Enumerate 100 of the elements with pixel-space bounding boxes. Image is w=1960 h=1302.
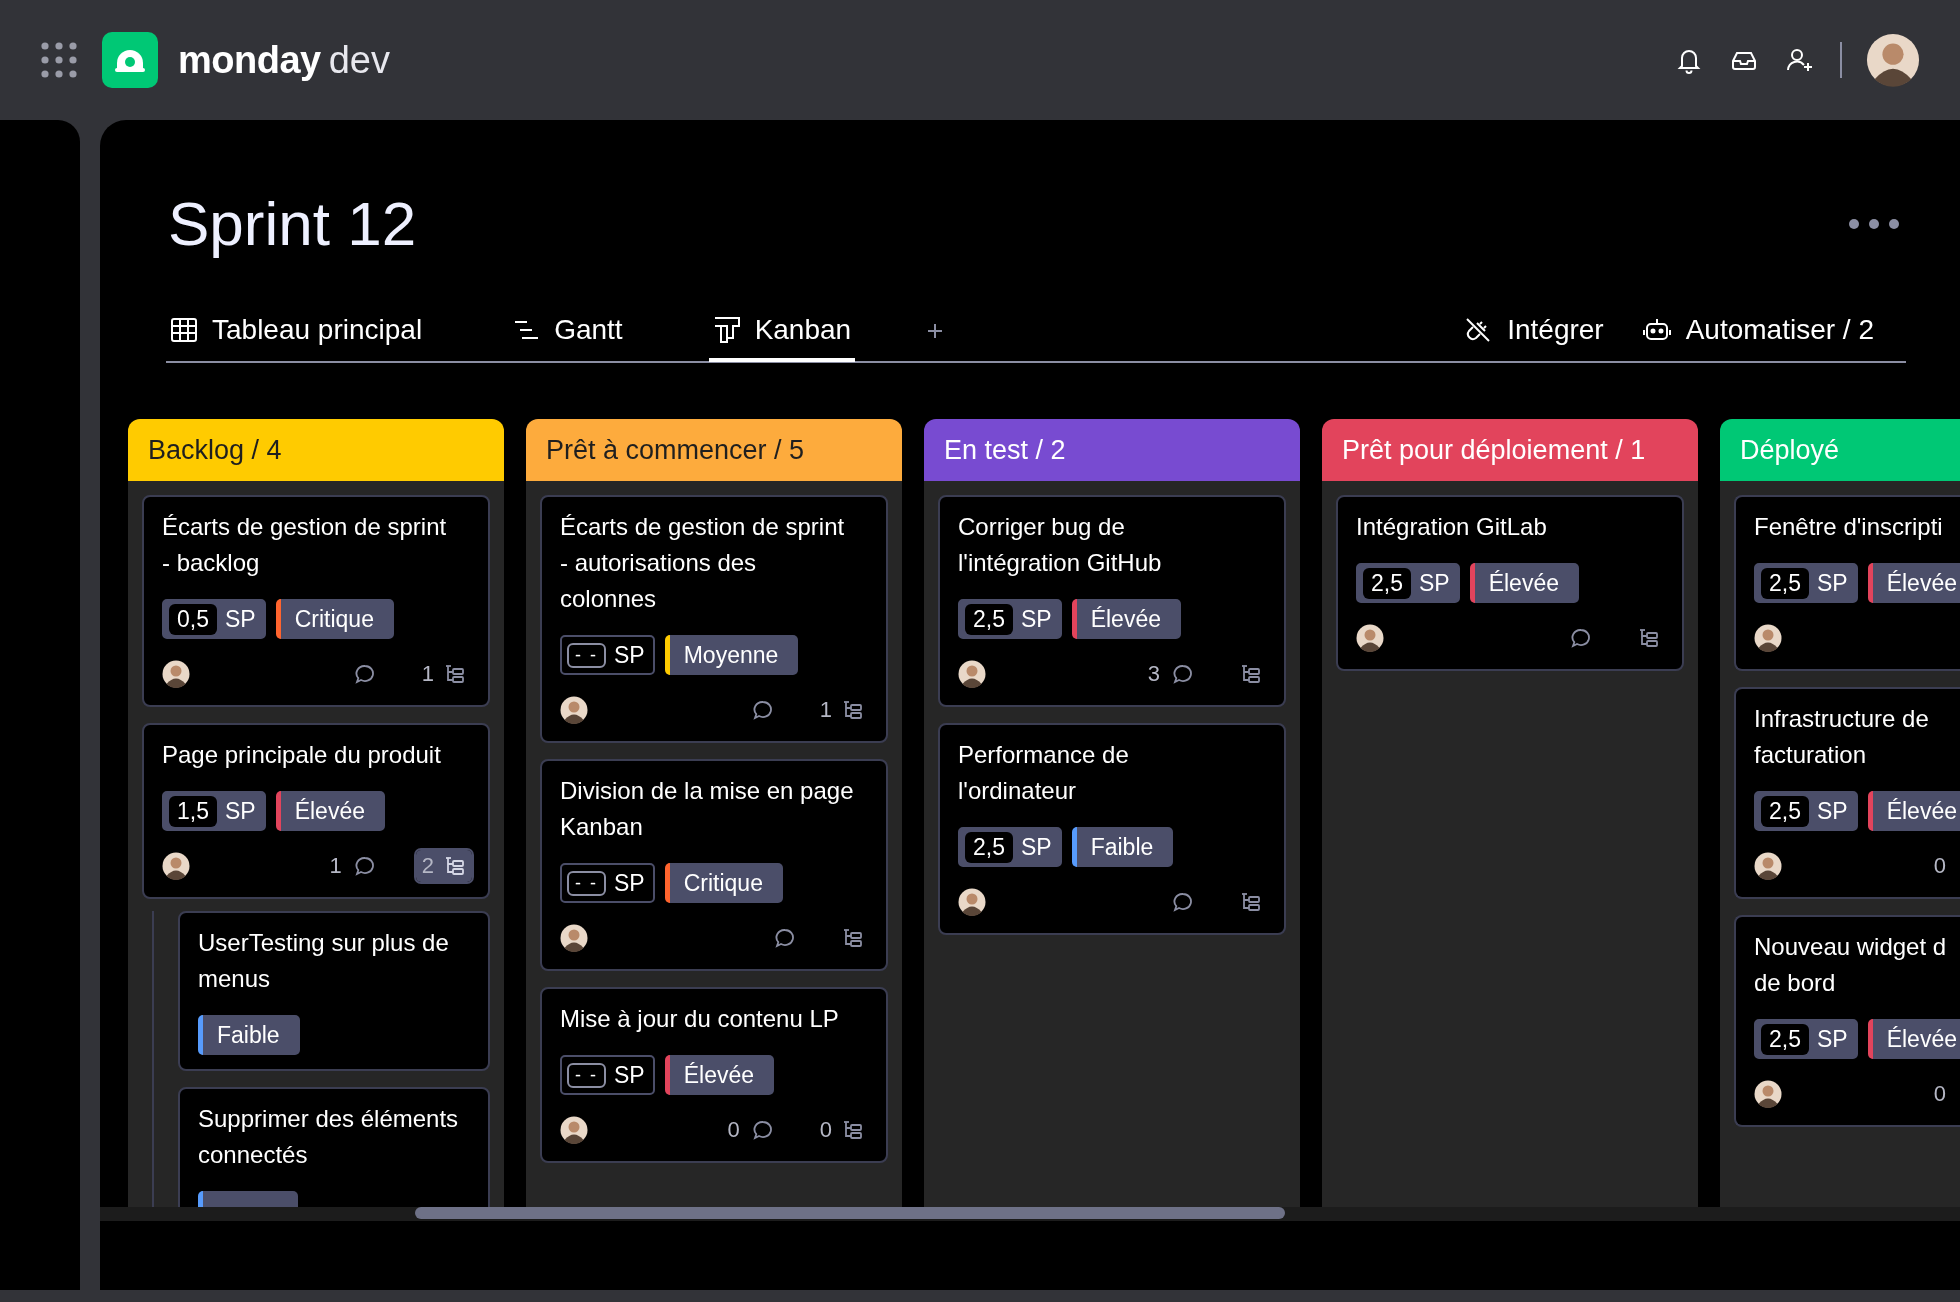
story-points-value: - - <box>567 870 606 896</box>
scrollbar-thumb[interactable] <box>415 1207 1285 1219</box>
story-points-value: 0,5 <box>169 603 217 635</box>
item-card[interactable]: Corriger bug de l'intégration GitHub 2,5 SP Élevée 3 <box>938 495 1286 707</box>
more-options-icon[interactable] <box>1848 216 1900 231</box>
story-points-chip[interactable]: 1,5 SP <box>162 791 266 831</box>
subitems-button[interactable]: 1 <box>813 694 870 726</box>
subitems-button[interactable]: 2 <box>415 850 472 882</box>
subitems-icon[interactable] <box>842 699 864 721</box>
priority-chip[interactable]: Faible <box>1071 827 1174 867</box>
column-header[interactable]: Prêt pour déploiement / 1 <box>1322 419 1698 481</box>
comment-count: 0 <box>727 1117 740 1143</box>
comment-icon[interactable] <box>353 663 376 685</box>
comment-icon[interactable] <box>751 1119 774 1141</box>
item-card[interactable]: UserTesting sur plus de menus Faible <box>178 911 490 1071</box>
story-points-chip[interactable]: 2,5 SP <box>958 827 1062 867</box>
item-card[interactable]: Supprimer des éléments connectés <box>178 1087 490 1207</box>
priority-chip[interactable]: Élevée <box>1071 599 1181 639</box>
subitems-icon[interactable] <box>444 855 466 877</box>
item-card[interactable]: Écarts de gestion de sprint - autorisations des colonnes - - SP Moyenne 1 <box>540 495 888 743</box>
story-points-chip[interactable]: 2,5 SP <box>1754 563 1858 603</box>
item-card[interactable]: Page principale du produit 1,5 SP Élevée 1 2 <box>142 723 490 899</box>
logo-icon <box>102 32 158 88</box>
subitems-icon[interactable] <box>842 927 864 949</box>
story-points-value: 2,5 <box>1761 567 1809 599</box>
priority-chip[interactable]: Critique <box>664 863 783 903</box>
item-title: Performance de l'ordinateur <box>958 740 1130 806</box>
priority-chip[interactable]: Élevée <box>1867 1019 1960 1059</box>
column-header[interactable]: En test / 2 <box>924 419 1300 481</box>
story-points-chip[interactable]: - - SP <box>560 1055 655 1095</box>
story-points-chip[interactable]: 2,5 SP <box>1754 791 1858 831</box>
comment-icon[interactable] <box>1172 663 1194 685</box>
item-card[interactable]: Infrastructure de facturation 2,5 SP Élevée 0 <box>1734 687 1960 899</box>
item-title: Corriger bug de l'intégration GitHub <box>958 512 1163 578</box>
comment-icon[interactable] <box>353 855 376 877</box>
column-header[interactable]: Backlog / 4 <box>128 419 504 481</box>
story-points-chip[interactable]: - - SP <box>560 863 655 903</box>
avatar <box>1754 1080 1782 1108</box>
priority-chip[interactable]: Moyenne <box>664 635 799 675</box>
avatar <box>560 696 588 724</box>
subitems-icon[interactable] <box>1240 891 1262 913</box>
story-points-value: 2,5 <box>1761 795 1809 827</box>
story-points-unit: SP <box>1021 605 1052 633</box>
comment-icon[interactable] <box>774 927 796 949</box>
story-points-chip[interactable]: - - SP <box>560 635 655 675</box>
avatar <box>1754 624 1782 652</box>
view-tab[interactable]: Tableau principal <box>166 302 427 362</box>
view-tab[interactable]: Kanban <box>708 302 856 362</box>
story-points-chip[interactable]: 2,5 SP <box>1754 1019 1858 1059</box>
comment-count: 0 <box>1933 1081 1946 1107</box>
story-points-chip[interactable]: 0,5 SP <box>162 599 266 639</box>
story-points-unit: SP <box>614 869 645 897</box>
item-card[interactable]: Nouveau widget d de bord 2,5 SP Élevée 0 <box>1734 915 1960 1127</box>
board-action-button[interactable]: Intégrer <box>1459 302 1608 362</box>
item-card[interactable]: Mise à jour du contenu LP - - SP Élevée 0 0 <box>540 987 888 1163</box>
priority-chip[interactable]: Élevée <box>1867 791 1960 831</box>
comment-icon[interactable] <box>1172 891 1194 913</box>
avatar <box>1754 852 1782 880</box>
priority-chip[interactable]: Élevée <box>1469 563 1579 603</box>
column-header[interactable]: Prêt à commencer / 5 <box>526 419 902 481</box>
avatar <box>1356 624 1384 652</box>
priority-chip[interactable]: Élevée <box>1867 563 1960 603</box>
item-card[interactable]: Performance de l'ordinateur 2,5 SP Faible <box>938 723 1286 935</box>
item-title: UserTesting sur plus de menus <box>198 928 450 994</box>
item-title: Division de la mise en page Kanban <box>560 776 855 842</box>
comment-icon[interactable] <box>1570 627 1592 649</box>
subitems-icon[interactable] <box>1240 663 1262 685</box>
subitems-icon[interactable] <box>842 1119 864 1141</box>
item-card[interactable]: Intégration GitLab 2,5 SP Élevée <box>1336 495 1684 671</box>
priority-chip[interactable]: Élevée <box>664 1055 774 1095</box>
story-points-value: 2,5 <box>965 831 1013 863</box>
apps-grid-icon[interactable] <box>40 41 78 79</box>
subitems-icon[interactable] <box>444 663 466 685</box>
item-card[interactable]: Division de la mise en page Kanban - - SP Critique <box>540 759 888 971</box>
item-title: Infrastructure de facturation <box>1754 704 1930 770</box>
product-name: dev <box>328 38 390 82</box>
story-points-value: 1,5 <box>169 795 217 827</box>
comment-count: 0 <box>1933 853 1946 879</box>
story-points-unit: SP <box>225 797 256 825</box>
item-title: Supprimer des éléments connectés <box>198 1104 460 1170</box>
comment-icon[interactable] <box>751 699 774 721</box>
priority-chip[interactable]: Faible <box>198 1015 300 1055</box>
story-points-unit: SP <box>614 641 645 669</box>
subitems-icon[interactable] <box>1638 627 1660 649</box>
item-card[interactable]: Écarts de gestion de sprint - backlog 0,5 SP Critique 1 <box>142 495 490 707</box>
avatar <box>560 1116 588 1144</box>
item-title: Écarts de gestion de sprint - autorisations des colonnes <box>560 512 846 614</box>
subitems-button[interactable]: 1 <box>415 658 472 690</box>
story-points-unit: SP <box>1817 1025 1848 1053</box>
story-points-chip[interactable]: 2,5 SP <box>958 599 1062 639</box>
board-action-button[interactable]: Automatiser / 2 <box>1637 302 1878 362</box>
subitems-button[interactable]: 0 <box>813 1114 870 1146</box>
item-card[interactable]: Fenêtre d'inscripti 2,5 SP Élevée <box>1734 495 1960 671</box>
priority-chip[interactable]: Critique <box>275 599 394 639</box>
avatar <box>560 924 588 952</box>
priority-chip[interactable]: Élevée <box>275 791 385 831</box>
view-tab[interactable]: Gantt <box>508 302 627 362</box>
story-points-chip[interactable]: 2,5 SP <box>1356 563 1460 603</box>
story-points-value: - - <box>567 642 606 668</box>
avatar <box>958 888 986 916</box>
